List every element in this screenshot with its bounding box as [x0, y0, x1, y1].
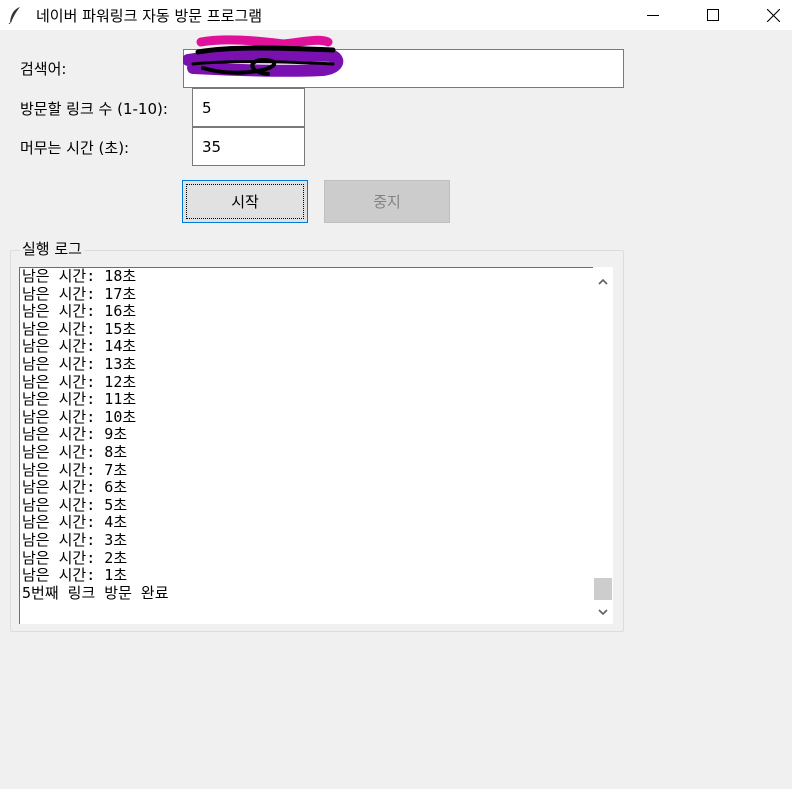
- scroll-up-button[interactable]: [593, 271, 613, 291]
- log-line: 남은 시간: 9초: [22, 425, 128, 444]
- log-line: 남은 시간: 10초: [22, 407, 137, 426]
- maximize-button[interactable]: [690, 0, 736, 30]
- scroll-down-button[interactable]: [593, 602, 613, 622]
- log-lines: 남은 시간: 18초 남은 시간: 17초 남은 시간: 16초 남은 시간: 15초…: [22, 268, 169, 602]
- maximize-icon: [707, 9, 719, 21]
- log-line: 남은 시간: 8초: [22, 442, 128, 461]
- log-line: 남은 시간: 4초: [22, 513, 128, 532]
- log-line: 5번째 링크 방문 완료: [22, 583, 169, 602]
- stop-button[interactable]: 중지: [324, 180, 450, 223]
- stay-time-label: 머무는 시간 (초):: [20, 139, 130, 157]
- log-line: 남은 시간: 18초: [22, 267, 137, 285]
- log-line: 남은 시간: 12초: [22, 372, 137, 391]
- log-line: 남은 시간: 11초: [22, 390, 137, 409]
- start-button[interactable]: 시작: [182, 180, 308, 223]
- link-count-input[interactable]: [192, 88, 305, 127]
- log-textbox[interactable]: 남은 시간: 18초 남은 시간: 17초 남은 시간: 16초 남은 시간: 15초…: [19, 267, 593, 624]
- log-line: 남은 시간: 7초: [22, 460, 128, 479]
- window-title: 네이버 파워링크 자동 방문 프로그램: [36, 7, 263, 25]
- log-line: 남은 시간: 2초: [22, 548, 128, 567]
- keyword-input[interactable]: [183, 49, 624, 88]
- log-line: 남은 시간: 14초: [22, 337, 137, 356]
- log-line: 남은 시간: 1초: [22, 566, 128, 585]
- log-line: 남은 시간: 3초: [22, 530, 128, 549]
- minimize-icon: [647, 15, 659, 16]
- log-line: 남은 시간: 16초: [22, 302, 137, 321]
- minimize-button[interactable]: [630, 0, 676, 30]
- log-scrollbar[interactable]: [593, 267, 613, 624]
- link-count-label: 방문할 링크 수 (1-10):: [20, 100, 168, 118]
- log-line: 남은 시간: 5초: [22, 495, 128, 514]
- scroll-thumb[interactable]: [594, 578, 612, 600]
- stop-button-label: 중지: [373, 193, 401, 211]
- stay-time-input[interactable]: [192, 127, 305, 166]
- log-group-title: 실행 로그: [20, 238, 84, 259]
- chevron-up-icon: [598, 278, 608, 285]
- log-line: 남은 시간: 15초: [22, 319, 137, 338]
- close-button[interactable]: [750, 0, 792, 30]
- feather-icon: [8, 7, 20, 24]
- focus-ring: [186, 184, 304, 219]
- close-icon: [766, 8, 780, 22]
- log-line: 남은 시간: 6초: [22, 478, 128, 497]
- title-bar: 네이버 파워링크 자동 방문 프로그램: [0, 0, 792, 30]
- log-line: 남은 시간: 17초: [22, 284, 137, 303]
- keyword-label: 검색어:: [20, 60, 67, 78]
- log-line: 남은 시간: 13초: [22, 354, 137, 373]
- chevron-down-icon: [598, 608, 608, 615]
